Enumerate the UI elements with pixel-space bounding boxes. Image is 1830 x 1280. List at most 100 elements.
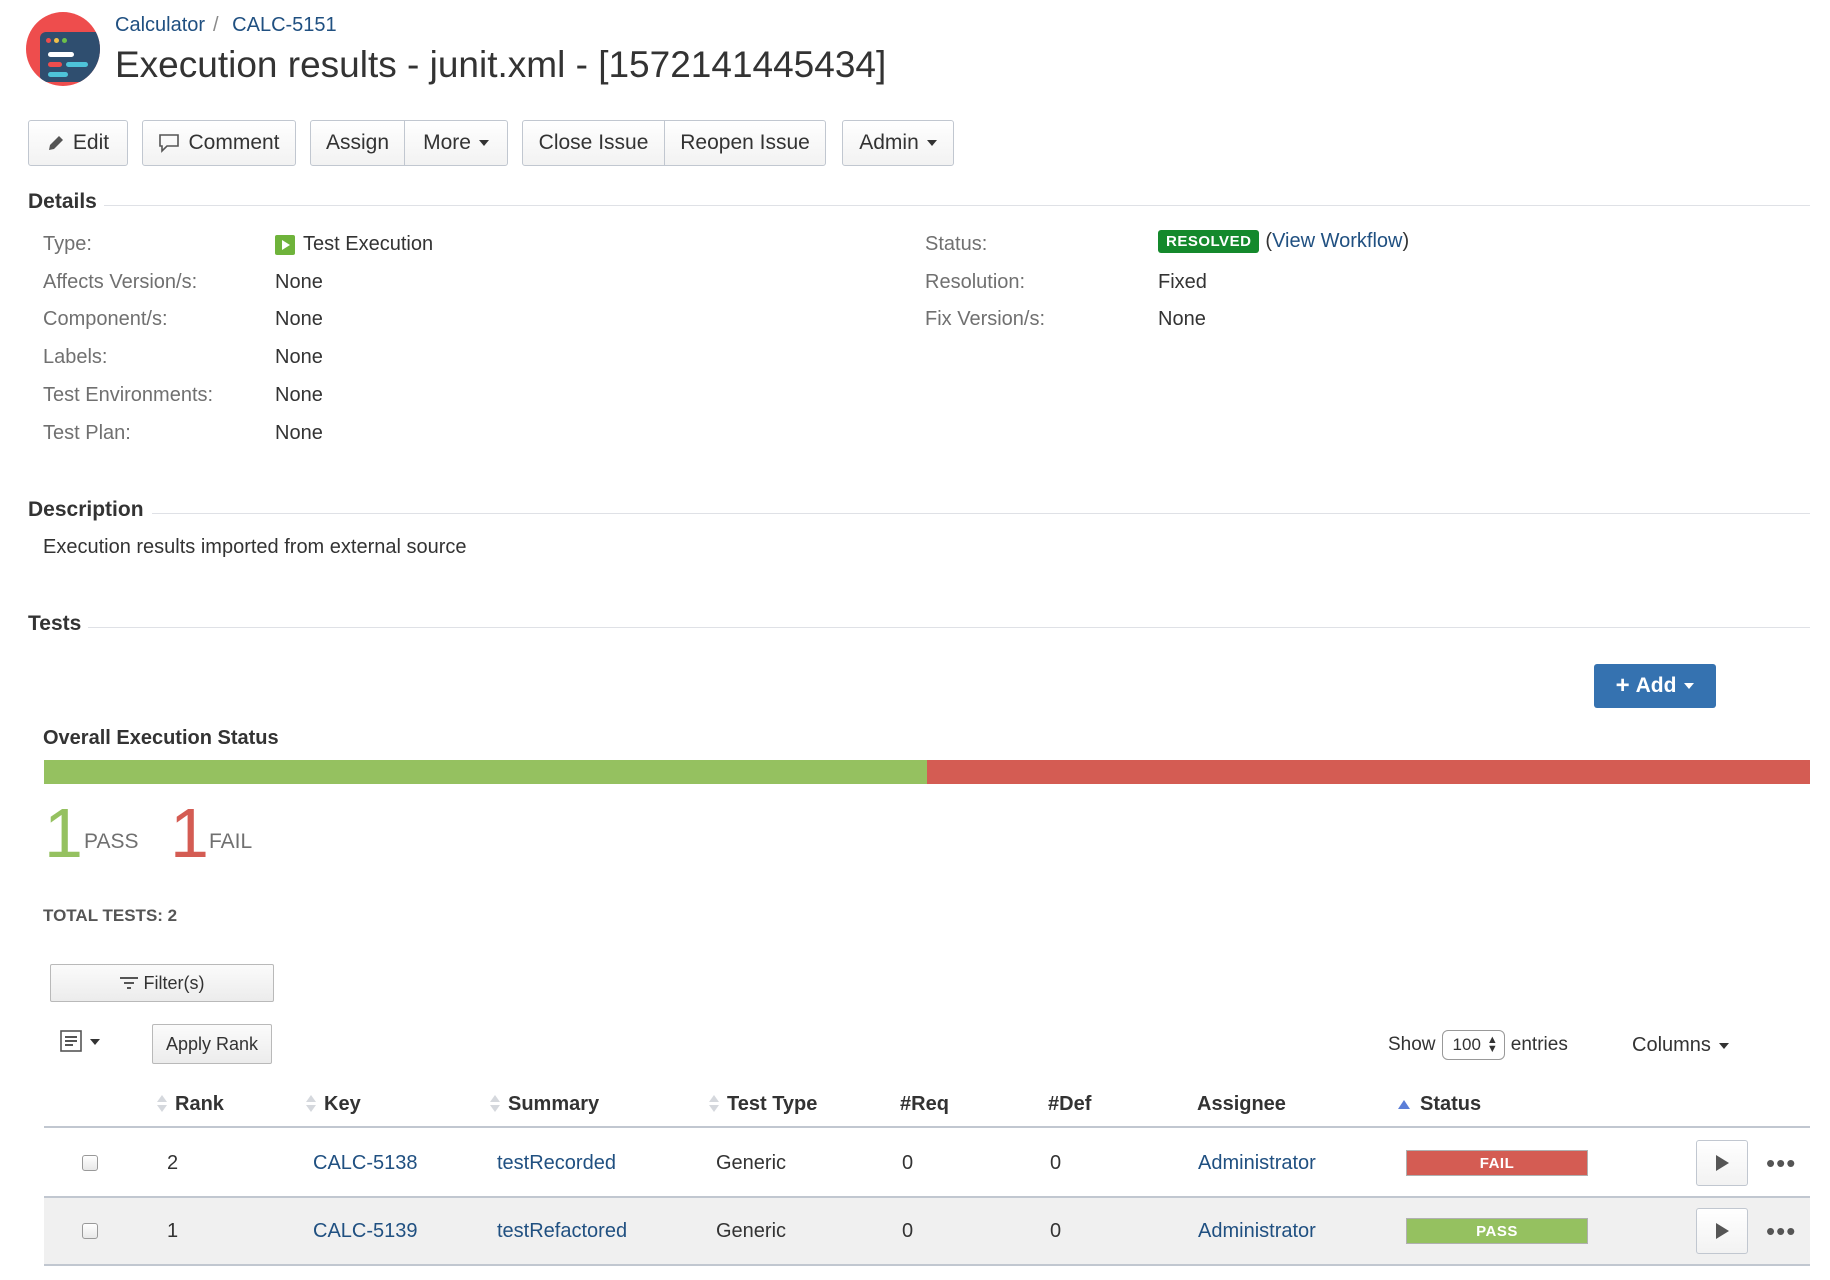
add-button-label: Add xyxy=(1635,674,1677,697)
sort-icon xyxy=(709,1095,719,1113)
header-summary-label: Summary xyxy=(508,1092,600,1115)
row-status: PASS xyxy=(1406,1198,1588,1264)
close-issue-button[interactable]: Close Issue xyxy=(523,121,664,165)
row-test-type: Generic xyxy=(716,1219,787,1242)
entries-select[interactable]: 100 ▲ ▼ xyxy=(1441,1030,1505,1060)
admin-button[interactable]: Admin xyxy=(842,120,954,166)
more-actions-icon[interactable]: ••• xyxy=(1766,1130,1796,1196)
app-logo-icon xyxy=(26,12,100,86)
row-assignee-link[interactable]: Administrator xyxy=(1198,1198,1316,1264)
status-value: RESOLVED (View Workflow) xyxy=(1158,230,1409,253)
page-title: Execution results - junit.xml - [1572141… xyxy=(115,44,887,85)
header-status[interactable]: Status xyxy=(1398,1082,1481,1126)
row-req: 0 xyxy=(902,1151,914,1174)
execution-progress-bar xyxy=(44,760,1810,784)
row-summary-link[interactable]: testRefactored xyxy=(497,1198,627,1264)
pass-label: PASS xyxy=(84,830,139,853)
apply-rank-button[interactable]: Apply Rank xyxy=(152,1024,272,1064)
row-test-type: Generic xyxy=(716,1151,787,1174)
filter-icon xyxy=(119,977,138,989)
row-req: 0 xyxy=(902,1219,914,1242)
type-value-text: Test Execution xyxy=(303,233,434,255)
add-tests-button[interactable]: + Add xyxy=(1594,664,1716,708)
breadcrumb-project-link[interactable]: Calculator xyxy=(115,14,205,36)
assign-button[interactable]: Assign xyxy=(311,121,404,165)
description-divider xyxy=(152,513,1810,514)
test-environments-label: Test Environments: xyxy=(43,384,214,406)
more-actions-icon[interactable]: ••• xyxy=(1766,1198,1796,1264)
total-tests: TOTAL TESTS: 2 xyxy=(43,906,178,925)
edit-button[interactable]: Edit xyxy=(28,120,128,166)
row-rank: 1 xyxy=(167,1219,179,1242)
pass-count: 1 xyxy=(44,794,83,872)
chevron-down-icon xyxy=(1684,683,1695,689)
chevron-down-icon xyxy=(926,140,937,146)
entries-select-value: 100 xyxy=(1452,1035,1481,1054)
test-execution-icon xyxy=(275,234,295,255)
components-value: None xyxy=(275,308,323,330)
play-icon xyxy=(1715,1155,1729,1171)
view-workflow-link[interactable]: View Workflow xyxy=(1272,230,1402,252)
resolution-label: Resolution: xyxy=(925,271,1026,293)
columns-button-label: Columns xyxy=(1632,1034,1711,1056)
table-options-icon xyxy=(60,1030,82,1052)
run-test-button[interactable] xyxy=(1696,1198,1748,1264)
speech-bubble-icon xyxy=(159,134,180,153)
plus-icon: + xyxy=(1615,672,1630,699)
affects-version-value: None xyxy=(275,271,323,293)
header-test-type-label: Test Type xyxy=(727,1092,818,1115)
status-badge: RESOLVED xyxy=(1158,230,1260,253)
filter-button[interactable]: Filter(s) xyxy=(50,964,274,1002)
page-length-control: Show 100 ▲ ▼ entries xyxy=(1388,1030,1568,1060)
type-value: Test Execution xyxy=(275,233,433,256)
test-environments-value: None xyxy=(275,384,323,406)
breadcrumb: Calculator / CALC-5151 xyxy=(115,14,337,36)
sort-icon xyxy=(306,1095,316,1113)
affects-version-label: Affects Version/s: xyxy=(43,271,198,293)
labels-label: Labels: xyxy=(43,346,108,368)
status-badge: FAIL xyxy=(1406,1150,1588,1176)
description-text: Execution results imported from external… xyxy=(43,536,467,558)
header-assignee: Assignee xyxy=(1197,1092,1286,1115)
run-test-button[interactable] xyxy=(1696,1130,1748,1196)
sort-icon xyxy=(157,1095,167,1113)
table-header: Rank Key Summary Test Type #Req #Def Ass… xyxy=(44,1082,1810,1128)
more-button[interactable]: More xyxy=(404,121,507,165)
breadcrumb-issue-link[interactable]: CALC-5151 xyxy=(232,14,337,36)
header-test-type[interactable]: Test Type xyxy=(709,1082,817,1126)
columns-button[interactable]: Columns xyxy=(1632,1034,1729,1057)
labels-value: None xyxy=(275,346,323,368)
comment-button-label: Comment xyxy=(188,131,280,154)
play-icon xyxy=(1715,1223,1729,1239)
tests-heading: Tests xyxy=(28,612,82,635)
entries-label: entries xyxy=(1510,1034,1568,1055)
row-def: 0 xyxy=(1050,1219,1062,1242)
progress-pass-segment xyxy=(44,760,927,784)
assign-more-group: Assign More xyxy=(310,120,508,166)
header-key-label: Key xyxy=(324,1092,361,1115)
comment-button[interactable]: Comment xyxy=(142,120,296,166)
table-row: 2 CALC-5138 testRecorded Generic 0 0 Adm… xyxy=(44,1130,1810,1198)
chevron-down-icon xyxy=(90,1039,100,1045)
type-label: Type: xyxy=(43,233,92,255)
header-summary[interactable]: Summary xyxy=(490,1082,599,1126)
details-heading: Details xyxy=(28,190,97,213)
row-rank: 2 xyxy=(167,1151,179,1174)
pencil-icon xyxy=(48,136,63,150)
header-rank[interactable]: Rank xyxy=(157,1082,224,1126)
row-key-link[interactable]: CALC-5138 xyxy=(313,1130,418,1196)
row-checkbox[interactable] xyxy=(82,1130,98,1196)
workflow-group: Close Issue Reopen Issue xyxy=(522,120,826,166)
fail-count: 1 xyxy=(170,794,209,872)
chevron-down-icon xyxy=(1718,1042,1729,1049)
row-def: 0 xyxy=(1050,1151,1062,1174)
row-checkbox[interactable] xyxy=(82,1198,98,1264)
row-key-link[interactable]: CALC-5139 xyxy=(313,1198,418,1264)
row-assignee-link[interactable]: Administrator xyxy=(1198,1130,1316,1196)
table-options-button[interactable] xyxy=(60,1030,100,1054)
table-row: 1 CALC-5139 testRefactored Generic 0 0 A… xyxy=(44,1198,1810,1266)
header-key[interactable]: Key xyxy=(306,1082,361,1126)
reopen-issue-button[interactable]: Reopen Issue xyxy=(664,121,825,165)
header-rank-label: Rank xyxy=(175,1092,224,1115)
row-summary-link[interactable]: testRecorded xyxy=(497,1130,616,1196)
